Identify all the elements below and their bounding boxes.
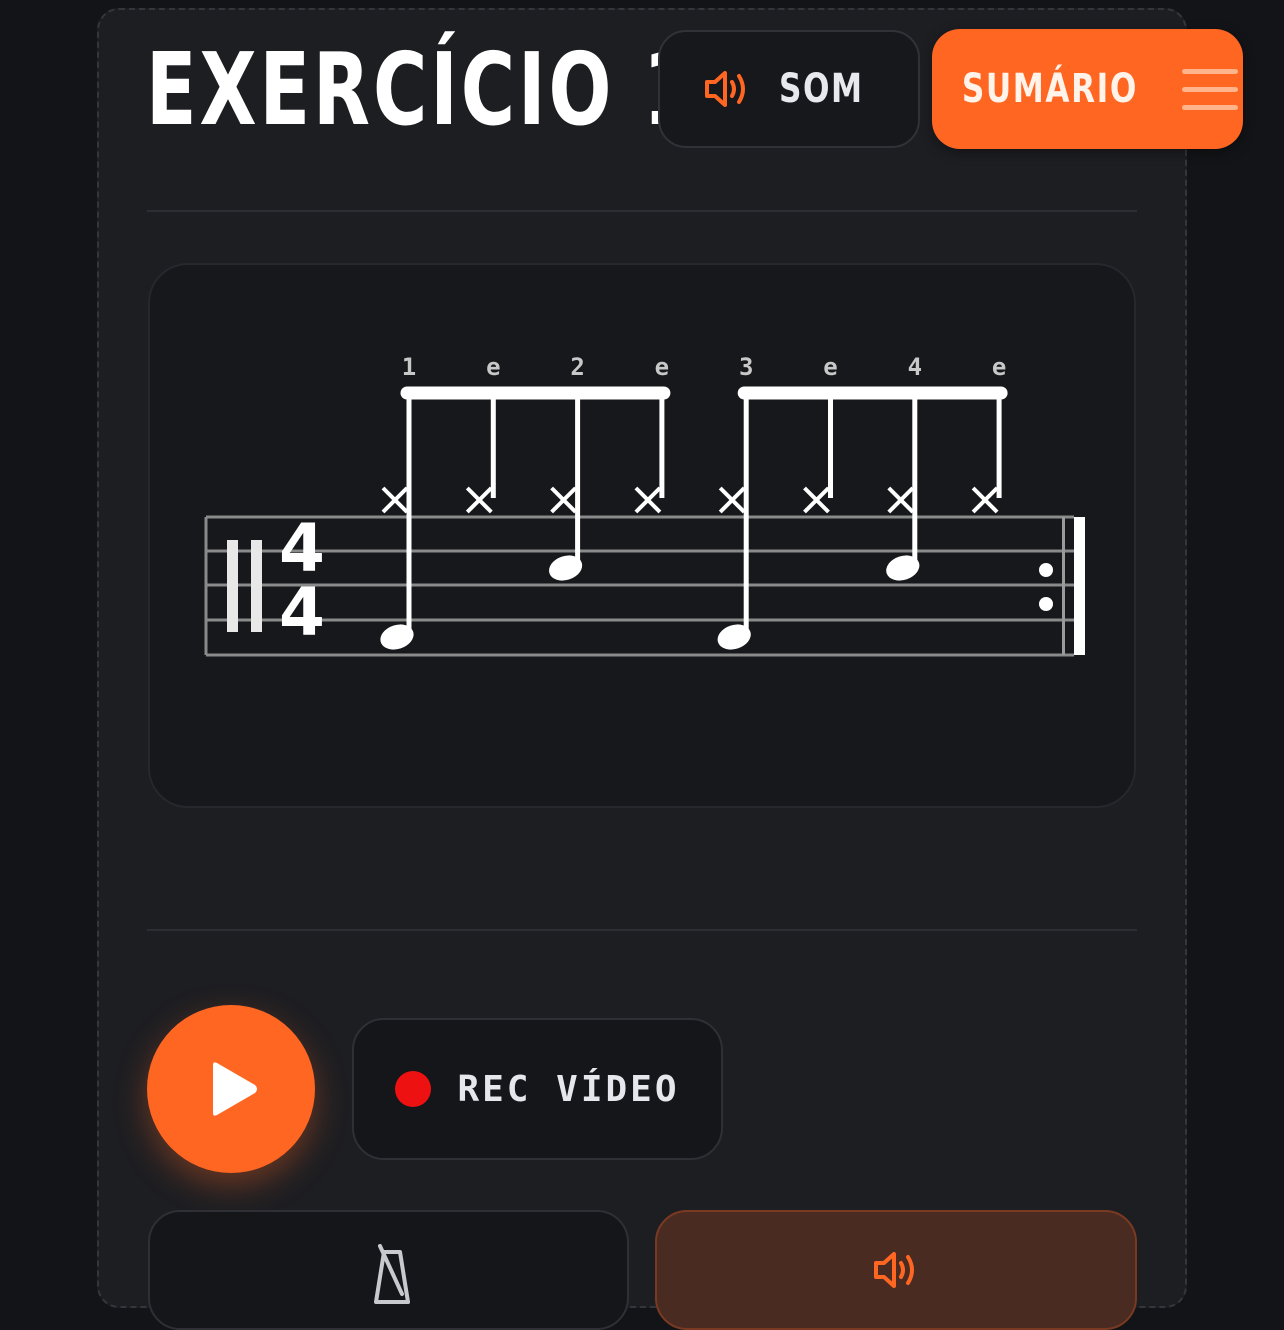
play-icon [213, 1062, 257, 1116]
score-card: 4 4 1 e 2 e 3 e 4 e [148, 263, 1136, 808]
notes-layer: 1 e 2 e 3 e 4 e [380, 353, 1008, 650]
hihat-note [803, 486, 830, 514]
speaker-icon [874, 1252, 914, 1288]
beat-count-label: 2 [570, 353, 584, 381]
hihat-note [718, 486, 746, 514]
metronome-icon [374, 1244, 410, 1304]
page-title: EXERCÍCIO 1 [146, 31, 698, 148]
hihat-note [887, 486, 915, 514]
beat-count-label: 4 [908, 353, 922, 381]
summary-menu-label: SUMÁRIO [961, 66, 1138, 112]
record-video-button[interactable]: REC VÍDEO [352, 1018, 723, 1160]
time-signature-bottom: 4 [279, 574, 325, 651]
beat-count-label: e [655, 353, 669, 381]
hamburger-menu-icon [1182, 65, 1239, 113]
beat-count-label: e [823, 353, 837, 381]
hihat-note [381, 486, 409, 514]
metronome-button[interactable] [148, 1210, 629, 1330]
top-divider [147, 210, 1137, 212]
sound-toggle-label: SOM [778, 66, 864, 112]
speaker-icon [704, 71, 745, 107]
hihat-note [550, 486, 578, 514]
hihat-note [971, 486, 999, 514]
drum-notation-staff: 4 4 1 e 2 e 3 e 4 e [204, 353, 1085, 657]
hihat-note [634, 486, 662, 514]
beat-count-label: e [992, 353, 1006, 381]
summary-menu-button[interactable]: SUMÁRIO [932, 29, 1243, 149]
beat-count-label: 3 [739, 353, 753, 381]
hihat-note [465, 486, 493, 514]
sound-toggle-button[interactable]: SOM [658, 30, 920, 148]
staff-lines [204, 515, 1074, 657]
play-button[interactable] [147, 1005, 315, 1173]
bottom-divider [147, 929, 1137, 931]
record-video-label: REC VÍDEO [457, 1068, 680, 1110]
beat-count-label: 1 [402, 353, 416, 381]
beat-count-label: e [486, 353, 500, 381]
record-dot-icon [395, 1071, 432, 1107]
volume-button[interactable] [655, 1210, 1137, 1330]
